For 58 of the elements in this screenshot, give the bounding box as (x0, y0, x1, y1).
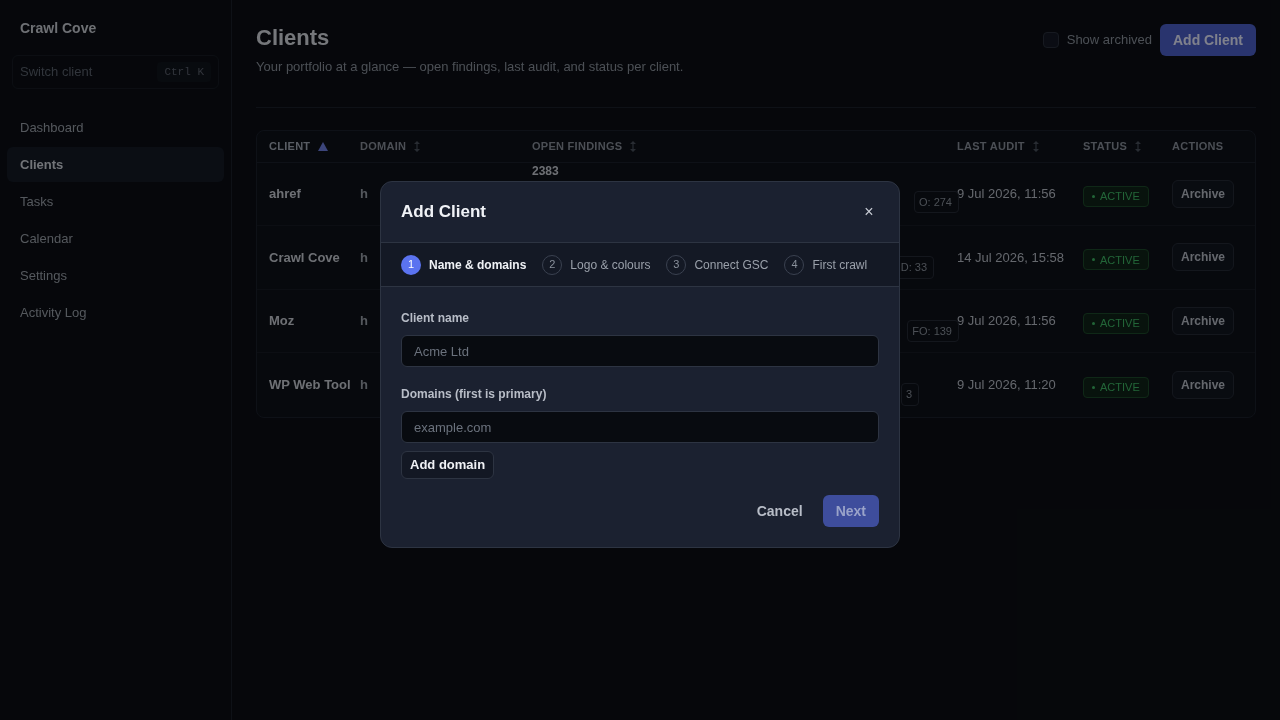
column-header[interactable]: STATUS (1083, 137, 1128, 155)
last-audit-date: 14 Jul 2026, 15:58 (957, 248, 1065, 267)
findings-tag: FO: 139 (907, 319, 959, 342)
field-label: Client name (401, 310, 470, 327)
column-header: ACTIONS (1172, 138, 1224, 154)
client-name: Crawl Cove (268, 248, 341, 267)
brand-name: Crawl Cove (19, 19, 98, 38)
column-header[interactable]: LAST AUDIT (957, 137, 1025, 155)
domain-link[interactable]: h (360, 377, 368, 392)
nav-item[interactable]: Clients (7, 147, 224, 182)
input-field[interactable]: example.com (401, 411, 879, 443)
add-client-button[interactable]: Add Client (1160, 24, 1256, 56)
step-label[interactable]: Name & domains (429, 255, 527, 274)
input-field[interactable]: Acme Ltd (401, 335, 879, 367)
archive-button[interactable]: Archive (1172, 370, 1235, 399)
archive-button[interactable]: Archive (1172, 243, 1235, 272)
column-header[interactable]: OPEN FINDINGS (532, 137, 623, 155)
cancel-button[interactable]: Cancel (756, 500, 803, 522)
field-label: Domains (first is primary) (401, 386, 548, 403)
domain-link[interactable]: h (360, 249, 368, 265)
dialog-title: Add Client (401, 201, 486, 224)
sort-icon[interactable] (1032, 140, 1039, 152)
step-label[interactable]: First crawl (812, 255, 868, 274)
add-domain-button[interactable]: Add domain (401, 451, 495, 479)
last-audit-date: 9 Jul 2026, 11:20 (957, 376, 1057, 394)
sort-icon[interactable] (414, 140, 421, 152)
step-label[interactable]: Logo & colours (570, 255, 651, 274)
findings-count: 2383 (532, 163, 559, 178)
status-badge: ACTIVE (1083, 249, 1149, 271)
nav-item[interactable]: Calendar (7, 221, 224, 256)
sort-icon[interactable] (1135, 140, 1142, 152)
client-name: ahref (268, 185, 302, 203)
domain-link[interactable]: h (360, 313, 368, 328)
client-name: WP Web Tool (268, 376, 352, 394)
column-header[interactable]: DOMAIN (360, 137, 407, 155)
archive-button[interactable]: Archive (1172, 179, 1235, 208)
domain-link[interactable]: h (360, 186, 368, 201)
status-badge: ACTIVE (1083, 312, 1149, 334)
nav-item[interactable]: Activity Log (7, 295, 224, 330)
archive-button[interactable]: Archive (1172, 306, 1235, 335)
last-audit-date: 9 Jul 2026, 11:56 (957, 185, 1057, 203)
findings-tag: O: 274 (913, 190, 959, 213)
column-header[interactable]: CLIENT (269, 137, 311, 155)
step-label[interactable]: Connect GSC (694, 255, 769, 274)
status-badge: ACTIVE (1083, 376, 1149, 398)
nav-item[interactable]: Dashboard (7, 110, 224, 145)
step-number: 1 (401, 254, 421, 275)
page-title: Clients (256, 24, 331, 52)
client-name: Moz (268, 312, 296, 330)
status-badge: ACTIVE (1083, 185, 1149, 207)
nav-item[interactable]: Settings (7, 258, 224, 293)
page-subtitle: Your portfolio at a glance — open findings, last audit, and status per client. (256, 58, 684, 76)
close-button[interactable]: × (859, 202, 879, 222)
show-archived-label[interactable]: Show archived (1066, 30, 1152, 50)
last-audit-date: 9 Jul 2026, 11:56 (957, 312, 1057, 330)
sort-icon[interactable] (630, 140, 637, 152)
sort-ascending-icon[interactable] (318, 141, 329, 151)
nav-item[interactable]: Tasks (7, 184, 224, 219)
